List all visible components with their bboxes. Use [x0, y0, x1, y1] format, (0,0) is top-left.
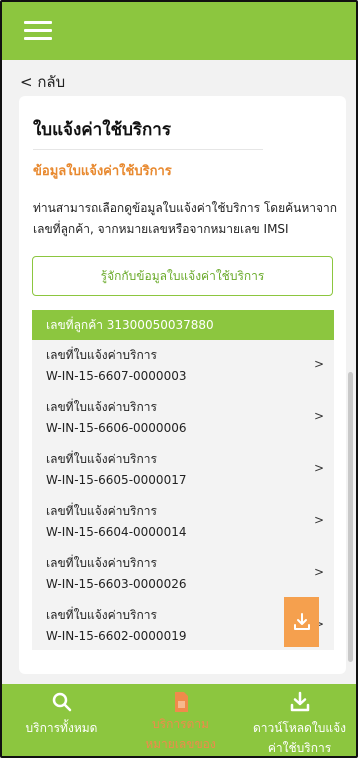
download-icon	[293, 613, 310, 630]
app-frame: < กลับ ใบแจ้งค่าใช้บริการ ข้อมูลใบแจ้งค่…	[0, 0, 358, 758]
nav-number-services[interactable]: บริการตามหมายเลขของท่าน	[121, 684, 240, 756]
invoice-number: W-IN-15-6604-0000014	[46, 525, 187, 539]
page-title: ใบแจ้งค่าใช้บริการ	[33, 120, 171, 140]
invoice-label: เลขที่ใบแจ้งค่าบริการ	[46, 348, 157, 362]
nav-label-line2: ค่าใช้บริการ	[267, 741, 332, 755]
invoice-label: เลขที่ใบแจ้งค่าบริการ	[46, 504, 157, 518]
back-link[interactable]: < กลับ	[20, 70, 65, 94]
invoice-row[interactable]: เลขที่ใบแจ้งค่าบริการ W-IN-15-6607-00000…	[32, 340, 334, 392]
invoice-row[interactable]: เลขที่ใบแจ้งค่าบริการ W-IN-15-6604-00000…	[32, 496, 334, 548]
download-floating-button[interactable]	[284, 597, 319, 647]
top-app-bar	[2, 2, 356, 60]
chevron-right-icon: >	[313, 461, 324, 475]
scrollbar[interactable]	[348, 372, 353, 662]
invoice-number: W-IN-15-6607-0000003	[46, 369, 187, 383]
invoice-label: เลขที่ใบแจ้งค่าบริการ	[46, 452, 157, 466]
search-icon	[52, 692, 71, 712]
chevron-right-icon: >	[313, 565, 324, 579]
invoice-row[interactable]: เลขที่ใบแจ้งค่าบริการ W-IN-15-6603-00000…	[32, 548, 334, 600]
invoice-label: เลขที่ใบแจ้งค่าบริการ	[46, 608, 157, 622]
nav-label: บริการทั้งหมด	[25, 721, 98, 735]
download-icon	[290, 691, 309, 712]
invoice-number: W-IN-15-6602-0000019	[46, 629, 187, 643]
invoice-info-button[interactable]: รู้จักกับข้อมูลใบแจ้งค่าใช้บริการ	[32, 256, 333, 296]
description-text: ท่านสามารถเลือกดูข้อมูลใบแจ้งค่าใช้บริกา…	[33, 201, 338, 236]
title-divider	[33, 149, 263, 150]
bottom-navigation: บริการทั้งหมด บริการตามหมายเลขของท่าน ดา…	[2, 684, 356, 756]
chevron-right-icon: >	[313, 513, 324, 527]
content-card: ใบแจ้งค่าใช้บริการ ข้อมูลใบแจ้งค่าใช้บริ…	[19, 96, 346, 674]
invoice-row[interactable]: เลขที่ใบแจ้งค่าบริการ W-IN-15-6606-00000…	[32, 392, 334, 444]
invoice-number: W-IN-15-6603-0000026	[46, 577, 187, 591]
nav-label: บริการตามหมายเลขของท่าน	[145, 717, 216, 751]
sim-icon	[174, 692, 188, 712]
invoice-row[interactable]: เลขที่ใบแจ้งค่าบริการ W-IN-15-6605-00000…	[32, 444, 334, 496]
hamburger-menu-icon[interactable]	[24, 21, 52, 41]
invoice-label: เลขที่ใบแจ้งค่าบริการ	[46, 400, 157, 414]
section-title: ข้อมูลใบแจ้งค่าใช้บริการ	[33, 164, 172, 179]
invoice-number: W-IN-15-6605-0000017	[46, 473, 187, 487]
nav-all-services[interactable]: บริการทั้งหมด	[2, 684, 121, 756]
chevron-right-icon: >	[313, 357, 324, 371]
invoice-number: W-IN-15-6606-0000006	[46, 421, 187, 435]
invoice-label: เลขที่ใบแจ้งค่าบริการ	[46, 556, 157, 570]
chevron-right-icon: >	[313, 409, 324, 423]
customer-number-header: เลขที่ลูกค้า 31300050037880	[32, 310, 334, 340]
nav-download-invoice[interactable]: ดาวน์โหลดใบแจ้ง ค่าใช้บริการ	[240, 684, 356, 756]
nav-label-line1: ดาวน์โหลดใบแจ้ง	[252, 721, 347, 735]
